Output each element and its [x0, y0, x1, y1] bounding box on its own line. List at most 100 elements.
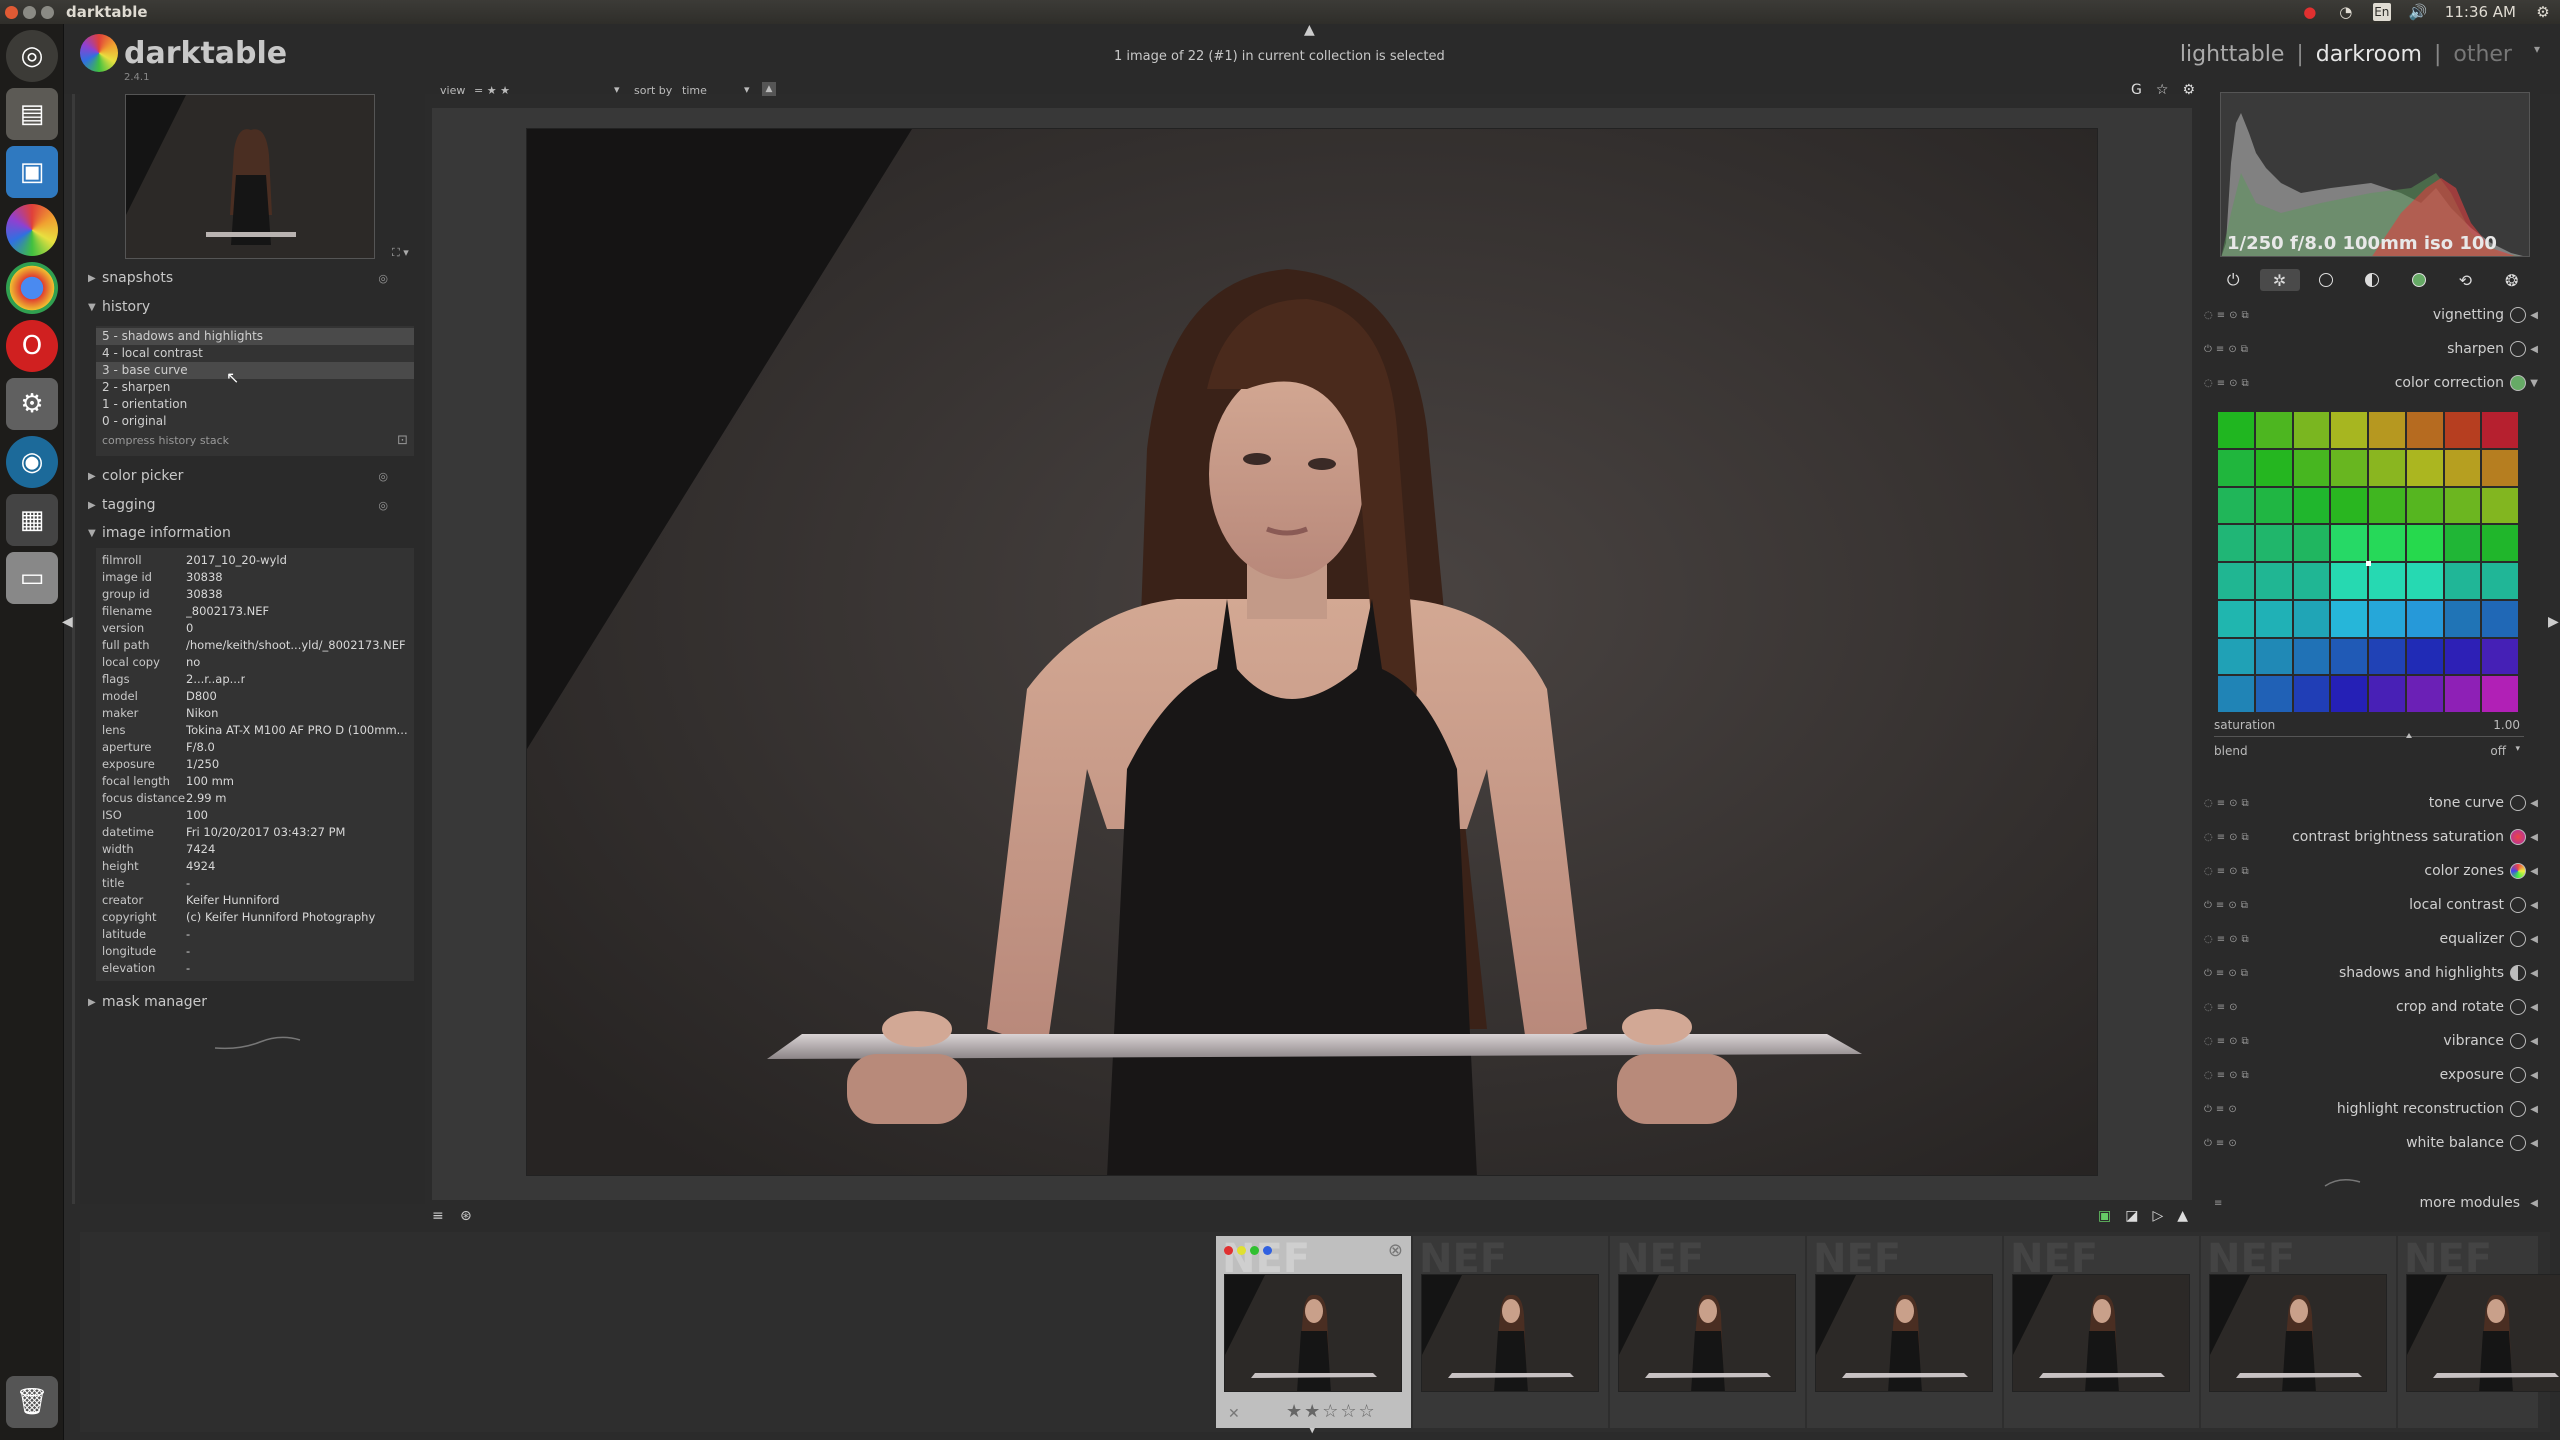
mask-manager-header[interactable]: ▶ mask manager	[88, 994, 418, 1010]
reset-icon[interactable]: ⊙	[2228, 968, 2236, 979]
collapse-left-panel-arrow[interactable]: ◀	[62, 614, 73, 630]
star-overlay-icon[interactable]: ☆	[2156, 82, 2169, 98]
multi-instance-icon[interactable]: ⧉	[2242, 798, 2249, 809]
power-icon[interactable]: ◌	[2204, 934, 2213, 945]
removable-drive-icon[interactable]: ▭	[6, 552, 58, 604]
expand-chevron-icon[interactable]: ◀	[2530, 968, 2538, 979]
presets-icon[interactable]: ≡	[2216, 968, 2224, 979]
minimize-window-button[interactable]	[23, 5, 36, 19]
reset-icon[interactable]: ⊙	[2229, 1070, 2237, 1081]
power-icon[interactable]: ◌	[2204, 1036, 2213, 1047]
preferences-gear-icon[interactable]: ⚙	[2182, 82, 2195, 98]
zoom-options-icon[interactable]: ⛶ ▾	[392, 246, 409, 260]
snapshots-header[interactable]: ▶ snapshots ◎	[88, 270, 418, 286]
view-darkroom[interactable]: darkroom	[2316, 42, 2422, 67]
view-other[interactable]: other	[2453, 42, 2512, 67]
power-icon[interactable]: ⏻	[2204, 968, 2212, 979]
presets-icon[interactable]: ≡	[2216, 344, 2224, 355]
reset-icon[interactable]: ⊙	[2229, 798, 2237, 809]
history-item[interactable]: 1 - orientation	[96, 396, 414, 413]
reject-icon[interactable]: ✕	[1228, 1406, 1240, 1422]
presets-icon[interactable]: ≡	[2216, 1104, 2224, 1115]
module-vignetting[interactable]: ◌ ≡ ⊙ ⧉ vignetting ◀	[2200, 298, 2540, 332]
blend-mode-select[interactable]: blend off ▾	[2214, 744, 2524, 764]
multi-instance-icon[interactable]: ⧉	[2242, 1036, 2249, 1047]
module-color-correction[interactable]: ◌ ≡ ⊙ ⧉ color correction ▼	[2200, 366, 2540, 400]
darktable-launcher-icon[interactable]	[6, 204, 58, 256]
color-grid-handle[interactable]	[2366, 561, 2371, 566]
multi-instance-icon[interactable]: ⧉	[2241, 344, 2248, 355]
softproof-icon[interactable]: ▷	[2152, 1208, 2163, 1224]
multi-instance-icon[interactable]: ⧉	[2241, 900, 2248, 911]
reset-icon[interactable]: ⊙	[2228, 1104, 2236, 1115]
module-highlight-reconstruction[interactable]: ⏻ ≡ ⊙ highlight reconstruction ◀	[2200, 1092, 2540, 1126]
multi-instance-icon[interactable]: ⧉	[2242, 866, 2249, 877]
presets-menu-icon[interactable]: ≡	[432, 1208, 444, 1224]
power-icon[interactable]: ◌	[2204, 1002, 2213, 1013]
expand-chevron-icon[interactable]: ◀	[2530, 866, 2538, 877]
color-label-dot[interactable]	[1237, 1246, 1246, 1255]
expand-chevron-icon[interactable]: ◀	[2530, 344, 2538, 355]
presets-icon[interactable]: ≡	[2217, 798, 2225, 809]
reset-icon[interactable]: ⊙	[2228, 344, 2236, 355]
presets-icon[interactable]: ≡	[2217, 1002, 2225, 1013]
group-icon[interactable]: ⊗	[1388, 1240, 1403, 1261]
history-item[interactable]: 4 - local contrast	[96, 345, 414, 362]
module-local-contrast[interactable]: ⏻ ≡ ⊙ ⧉ local contrast ◀	[2200, 888, 2540, 922]
color-label-dot[interactable]	[1263, 1246, 1272, 1255]
multi-instance-icon[interactable]: ⧉	[2242, 832, 2249, 843]
compress-history-button[interactable]: compress history stack ⊡	[96, 430, 414, 452]
clipping-indicator-icon[interactable]: ◪	[2125, 1208, 2138, 1224]
module-exposure[interactable]: ◌ ≡ ⊙ ⧉ exposure ◀	[2200, 1058, 2540, 1092]
presets-icon[interactable]: ≡	[2216, 1138, 2224, 1149]
history-item[interactable]: 5 - shadows and highlights	[96, 328, 414, 345]
module-vibrance[interactable]: ◌ ≡ ⊙ ⧉ vibrance ◀	[2200, 1024, 2540, 1058]
basic-group-circle-icon[interactable]	[2306, 269, 2346, 291]
presets-icon[interactable]: ≡	[2217, 832, 2225, 843]
gamut-check-icon[interactable]: ▲	[2177, 1208, 2188, 1224]
correct-group-icon[interactable]: ⟲	[2445, 269, 2485, 291]
active-modules-power-icon[interactable]: ⏻	[2213, 269, 2253, 291]
maximize-window-button[interactable]	[41, 5, 54, 19]
reset-icon[interactable]: ◎	[378, 470, 388, 483]
presets-icon[interactable]: ≡	[2214, 1198, 2222, 1209]
create-style-icon[interactable]: ⊡	[397, 430, 408, 452]
grouping-icon[interactable]: G	[2131, 82, 2142, 98]
expand-chevron-icon[interactable]: ◀	[2530, 832, 2538, 843]
reset-icon[interactable]: ◎	[378, 272, 388, 285]
reset-icon[interactable]: ⊙	[2229, 832, 2237, 843]
saturation-slider[interactable]: saturation 1.00	[2214, 718, 2524, 738]
trash-icon[interactable]: 🗑	[6, 1376, 58, 1428]
chrome-icon[interactable]	[6, 262, 58, 314]
module-shadows-and-highlights[interactable]: ⏻ ≡ ⊙ ⧉ shadows and highlights ◀	[2200, 956, 2540, 990]
styles-icon[interactable]: ⊛	[460, 1208, 472, 1224]
power-icon[interactable]: ◌	[2204, 1070, 2213, 1081]
view-filter-select[interactable]: = ★ ★	[474, 84, 510, 97]
expand-chevron-icon[interactable]: ◀	[2530, 1104, 2538, 1115]
history-item[interactable]: 2 - sharpen	[96, 379, 414, 396]
power-icon[interactable]: ◌	[2204, 310, 2213, 321]
filmstrip-thumbnail[interactable]: NEF	[1807, 1236, 2002, 1428]
multi-instance-icon[interactable]: ⧉	[2242, 1070, 2249, 1081]
presets-icon[interactable]: ≡	[2217, 310, 2225, 321]
reset-icon[interactable]: ⊙	[2229, 1002, 2237, 1013]
star-rating[interactable]: ★★☆☆☆	[1286, 1401, 1377, 1422]
filmstrip-thumbnail[interactable]: NEF	[2004, 1236, 2199, 1428]
color-group-icon[interactable]	[2399, 269, 2439, 291]
presets-icon[interactable]: ≡	[2217, 1070, 2225, 1081]
opera-icon[interactable]: O	[6, 320, 58, 372]
more-modules-button[interactable]: ≡ more modules ◀	[2200, 1186, 2540, 1220]
wifi-icon[interactable]: ◔	[2337, 3, 2355, 21]
image-viewer-icon[interactable]: ▣	[6, 146, 58, 198]
filmstrip-thumbnail[interactable]: NEF	[2398, 1236, 2560, 1428]
color-picker-header[interactable]: ▶ color picker ◎	[88, 468, 418, 484]
module-crop-and-rotate[interactable]: ◌ ≡ ⊙ crop and rotate ◀	[2200, 990, 2540, 1024]
views-dropdown-icon[interactable]: ▾	[2534, 42, 2540, 67]
filmstrip-thumbnail[interactable]: NEF	[2201, 1236, 2396, 1428]
effect-group-icon[interactable]: ❂	[2492, 269, 2532, 291]
slider-marker[interactable]	[2406, 733, 2412, 738]
raw-overexposed-icon[interactable]: ▣	[2098, 1208, 2111, 1224]
power-icon[interactable]: ◌	[2204, 866, 2213, 877]
collapse-chevron-icon[interactable]: ▼	[2530, 378, 2538, 389]
expand-chevron-icon[interactable]: ◀	[2530, 1002, 2538, 1013]
